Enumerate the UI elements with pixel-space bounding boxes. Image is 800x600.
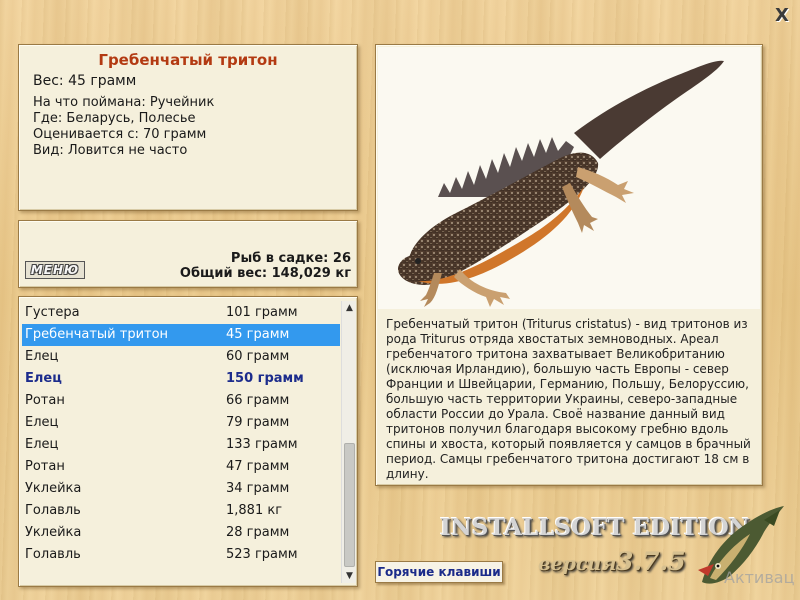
- brand-version-number: 3.7.5: [616, 547, 686, 576]
- list-item[interactable]: Голавль 523 грамм: [22, 544, 340, 566]
- activation-watermark: Активац: [724, 568, 795, 587]
- list-item[interactable]: Ротан 66 грамм: [22, 390, 340, 412]
- list-item-name: Густера: [25, 305, 80, 320]
- list-item-name: Голавль: [25, 503, 81, 518]
- catch-list: Густера 101 грамм Гребенчатый тритон 45 гра…: [22, 302, 340, 566]
- list-item-name: Голавль: [25, 547, 81, 562]
- fish-info-panel: Гребенчатый тритон Вес: 45 грамм На что …: [18, 44, 358, 211]
- list-item-name: Ротан: [25, 459, 65, 474]
- list-item[interactable]: Елец 60 грамм: [22, 346, 340, 368]
- list-item[interactable]: Густера 101 грамм: [22, 302, 340, 324]
- list-item-name: Елец: [25, 415, 59, 430]
- list-item[interactable]: Голавль 1,881 кг: [22, 500, 340, 522]
- fish-title: Гребенчатый тритон: [98, 51, 278, 69]
- list-item[interactable]: Елец 79 грамм: [22, 412, 340, 434]
- list-item-weight: 66 грамм: [226, 393, 290, 408]
- list-item-name: Гребенчатый тритон: [25, 327, 169, 342]
- scrollbar-thumb[interactable]: [344, 443, 355, 567]
- species-description: Гребенчатый тритон (Triturus cristatus) …: [386, 317, 751, 481]
- list-item-name: Ротан: [25, 393, 65, 408]
- menu-button[interactable]: МЕНЮ: [25, 261, 85, 279]
- newt-image: [378, 47, 760, 309]
- list-item-weight: 523 грамм: [226, 547, 298, 562]
- fish-count: Рыб в садке: 26: [230, 251, 351, 266]
- catch-list-panel: Густера 101 грамм Гребенчатый тритон 45 гра…: [18, 296, 358, 587]
- total-weight: Общий вес: 148,029 кг: [179, 266, 351, 281]
- stats-panel: МЕНЮ Рыб в садке: 26 Общий вес: 148,029 …: [18, 220, 358, 288]
- fish-location: Где: Беларусь, Полесье: [33, 111, 196, 126]
- brand-version-label: версия: [538, 553, 617, 575]
- list-item-name: Елец: [25, 437, 59, 452]
- list-item-name: Уклейка: [25, 481, 82, 496]
- list-item-name: Елец: [25, 349, 59, 364]
- list-item-weight: 45 грамм: [226, 327, 290, 342]
- list-item-weight: 47 грамм: [226, 459, 290, 474]
- fish-weight: Вес: 45 грамм: [33, 73, 137, 89]
- list-item[interactable]: Елец 133 грамм: [22, 434, 340, 456]
- list-item[interactable]: Уклейка 34 грамм: [22, 478, 340, 500]
- fish-rating: Оценивается с: 70 грамм: [33, 127, 207, 142]
- list-item-weight: 1,881 кг: [226, 503, 283, 518]
- list-item[interactable]: Уклейка 28 грамм: [22, 522, 340, 544]
- fish-frequency: Вид: Ловится не часто: [33, 143, 188, 158]
- list-item-weight: 34 грамм: [226, 481, 290, 496]
- fish-bait: На что поймана: Ручейник: [33, 95, 215, 110]
- list-item-weight: 79 грамм: [226, 415, 290, 430]
- list-item-weight: 28 грамм: [226, 525, 290, 540]
- list-item-weight: 133 грамм: [226, 437, 298, 452]
- newt-illustration: [398, 60, 724, 307]
- list-item[interactable]: Ротан 47 грамм: [22, 456, 340, 478]
- species-panel: Гребенчатый тритон (Triturus cristatus) …: [375, 44, 763, 486]
- scroll-down-icon[interactable]: ▼: [342, 569, 357, 583]
- close-button[interactable]: X: [772, 6, 792, 26]
- scrollbar[interactable]: ▲ ▼: [341, 301, 356, 583]
- list-item-name: Елец: [25, 371, 62, 386]
- list-item-weight: 150 грамм: [226, 371, 304, 386]
- list-item-name: Уклейка: [25, 525, 82, 540]
- scroll-up-icon[interactable]: ▲: [342, 301, 357, 315]
- list-item[interactable]: Гребенчатый тритон 45 грамм: [22, 324, 340, 346]
- list-item[interactable]: Елец 150 грамм: [22, 368, 340, 390]
- list-item-weight: 101 грамм: [226, 305, 298, 320]
- hotkeys-button[interactable]: Горячие клавиши: [375, 561, 503, 583]
- list-item-weight: 60 грамм: [226, 349, 290, 364]
